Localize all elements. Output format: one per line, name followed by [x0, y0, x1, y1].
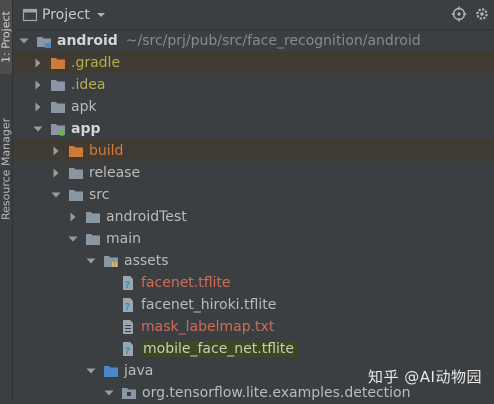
folder-icon [51, 102, 65, 113]
tree-row-idea[interactable]: .idea [13, 74, 494, 96]
resource-manager-tool-tab[interactable]: Resource Manager [0, 104, 13, 234]
chevron-down-icon[interactable] [32, 123, 44, 135]
chevron-right-icon[interactable] [50, 167, 62, 179]
text-file-icon [123, 320, 133, 334]
svg-text:?: ? [125, 302, 131, 313]
tree-item-label: mask_labelmap.txt [141, 319, 275, 335]
tree-row-file-selected[interactable]: ? mobile_face_net.tflite [13, 338, 494, 360]
tree-item-label: mobile_face_net.tflite [141, 341, 299, 357]
tree-row-gradle[interactable]: .gradle [13, 52, 494, 74]
gear-icon[interactable] [474, 6, 490, 22]
unknown-file-icon: ? [123, 276, 133, 291]
excluded-folder-icon [51, 58, 65, 69]
tree-row-release[interactable]: release [13, 162, 494, 184]
locate-file-icon[interactable] [451, 6, 467, 22]
chevron-right-icon[interactable] [67, 211, 79, 223]
chevron-down-icon[interactable] [103, 387, 115, 399]
chevron-down-icon[interactable] [18, 35, 30, 47]
tree-item-label: java [124, 363, 154, 379]
chevron-right-icon[interactable] [50, 145, 62, 157]
watermark: 知乎 @AI动物园 [368, 368, 482, 386]
svg-text:?: ? [125, 280, 131, 291]
project-view-title[interactable]: Project [42, 7, 90, 23]
tree-row-assets[interactable]: assets [13, 250, 494, 272]
resource-folder-icon [104, 256, 118, 267]
tree-item-label: org.tensorflow.lite.examples.detection [142, 385, 411, 401]
source-folder-icon [104, 366, 118, 377]
svg-text:?: ? [125, 346, 131, 357]
folder-icon [69, 168, 83, 179]
tree-item-label: androidTest [106, 209, 187, 225]
tree-row-main[interactable]: main [13, 228, 494, 250]
module-folder-icon [51, 124, 65, 136]
chevron-right-icon[interactable] [32, 57, 44, 69]
tree-item-label: app [71, 121, 101, 137]
tree-row-build[interactable]: build [13, 140, 494, 162]
tree-row-file[interactable]: ? facenet_hiroki.tflite [13, 294, 494, 316]
excluded-folder-icon [69, 146, 83, 157]
package-icon [122, 388, 136, 399]
tree-row-src[interactable]: src [13, 184, 494, 206]
tree-row-apk[interactable]: apk [13, 96, 494, 118]
tree-item-label: .gradle [71, 55, 121, 71]
tree-item-label: facenet_hiroki.tflite [141, 297, 277, 313]
module-folder-icon [37, 37, 51, 48]
tree-item-label: assets [124, 253, 169, 269]
chevron-right-icon[interactable] [32, 101, 44, 113]
project-panel: Project android ~/src/prj/pub/src/face_r… [13, 0, 494, 401]
module-path: ~/src/prj/pub/src/face_recognition/andro… [125, 33, 421, 49]
tree-row-app[interactable]: app [13, 118, 494, 140]
tree-item-label: release [89, 165, 141, 181]
folder-icon [86, 212, 100, 223]
chevron-down-icon[interactable] [50, 189, 62, 201]
tree-row-file[interactable]: mask_labelmap.txt [13, 316, 494, 338]
tool-window-strip: 1: Project Resource Manager [0, 0, 13, 401]
tree-item-label: .idea [71, 77, 106, 93]
tree-row-file[interactable]: ? facenet.tflite [13, 272, 494, 294]
tree-row-android[interactable]: android ~/src/prj/pub/src/face_recogniti… [13, 30, 494, 52]
tree-item-label: src [89, 187, 110, 203]
tree-item-label: build [89, 143, 124, 159]
chevron-down-icon[interactable] [85, 255, 97, 267]
tree-item-label: android [57, 33, 118, 49]
project-window-icon [22, 8, 38, 21]
folder-icon [51, 80, 65, 91]
chevron-down-icon[interactable] [85, 365, 97, 377]
unknown-file-icon: ? [123, 342, 133, 357]
project-panel-header: Project [13, 0, 494, 30]
tree-row-androidtest[interactable]: androidTest [13, 206, 494, 228]
chevron-right-icon[interactable] [32, 79, 44, 91]
tree-item-label: main [106, 231, 141, 247]
project-tool-tab[interactable]: 1: Project [0, 0, 13, 74]
folder-icon [86, 234, 100, 245]
unknown-file-icon: ? [123, 298, 133, 313]
tree-item-label: facenet.tflite [141, 275, 231, 291]
chevron-down-icon[interactable] [96, 10, 106, 20]
tree-item-label: apk [71, 99, 97, 115]
folder-icon [69, 190, 83, 201]
chevron-down-icon[interactable] [67, 233, 79, 245]
